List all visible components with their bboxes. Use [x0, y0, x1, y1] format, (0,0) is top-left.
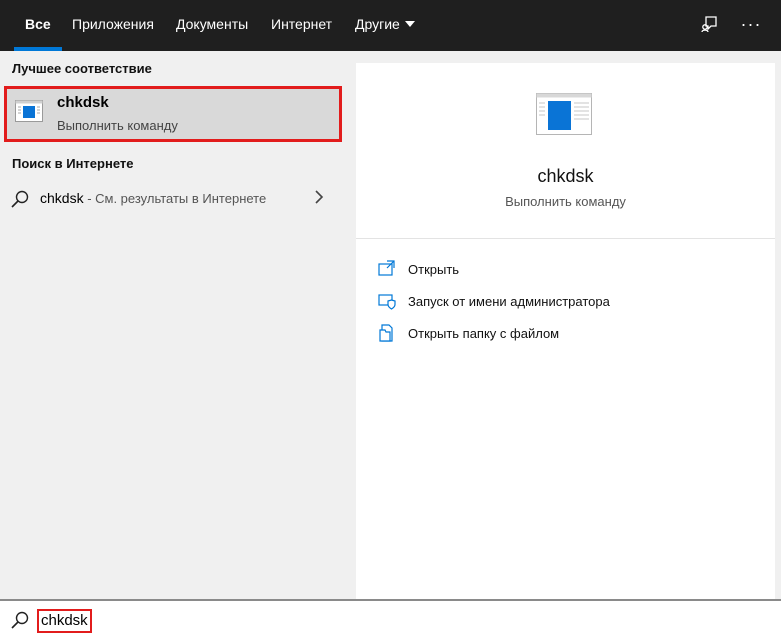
action-label: Открыть папку с файлом [408, 326, 560, 341]
action-open[interactable]: Открыть [378, 258, 758, 282]
chevron-right-icon[interactable] [313, 189, 325, 205]
search-icon [11, 190, 29, 208]
action-run-as-admin[interactable]: Запуск от имени администратора [378, 290, 758, 314]
preview-panel: chkdsk Выполнить команду Открыть Запуск … [356, 63, 775, 599]
open-icon [378, 260, 395, 276]
tab-documents[interactable]: Документы [165, 0, 259, 51]
tab-all[interactable]: Все [14, 0, 62, 51]
feedback-icon[interactable] [690, 0, 730, 48]
shield-icon [378, 294, 396, 310]
tab-apps[interactable]: Приложения [61, 0, 165, 51]
app-window-icon [15, 100, 43, 122]
chevron-down-icon [404, 21, 415, 27]
best-match-item[interactable]: chkdsk Выполнить команду [4, 86, 342, 142]
tab-label: Интернет [271, 16, 333, 32]
web-search-suffix: - См. результаты в Интернете [83, 191, 267, 206]
search-input[interactable]: chkdsk [37, 609, 92, 633]
search-bar[interactable]: chkdsk [0, 599, 781, 638]
preview-title: chkdsk [537, 166, 594, 186]
results-panel: Лучшее соответствие chkdsk Выполнить ком… [0, 51, 344, 599]
tab-label: Другие [355, 16, 400, 32]
preview-subtitle: Выполнить команду [505, 194, 626, 209]
more-label: ··· [740, 14, 762, 34]
best-match-subtitle: Выполнить команду [57, 118, 178, 133]
web-search-query: chkdsk [40, 190, 84, 206]
action-label: Запуск от имени администратора [408, 294, 610, 309]
app-window-icon [536, 93, 592, 135]
web-search-text: chkdsk - См. результаты в Интернете [40, 190, 266, 206]
tab-label: Документы [176, 16, 249, 32]
folder-file-icon [379, 324, 393, 342]
more-options-icon[interactable]: ··· [731, 0, 771, 48]
web-search-item[interactable]: chkdsk - См. результаты в Интернете [0, 181, 344, 215]
top-bar: Все Приложения Документы Интернет Другие… [0, 0, 781, 51]
best-match-name: chkdsk [57, 94, 109, 111]
search-icon [11, 611, 29, 629]
web-search-title: Поиск в Интернете [12, 156, 134, 171]
action-open-file-location[interactable]: Открыть папку с файлом [378, 322, 758, 346]
divider [356, 238, 775, 239]
tab-label: Все [25, 16, 51, 32]
best-match-title: Лучшее соответствие [12, 61, 152, 76]
tab-internet[interactable]: Интернет [260, 0, 343, 51]
tab-other[interactable]: Другие [344, 0, 426, 51]
action-label: Открыть [408, 262, 460, 277]
tab-label: Приложения [72, 16, 154, 32]
